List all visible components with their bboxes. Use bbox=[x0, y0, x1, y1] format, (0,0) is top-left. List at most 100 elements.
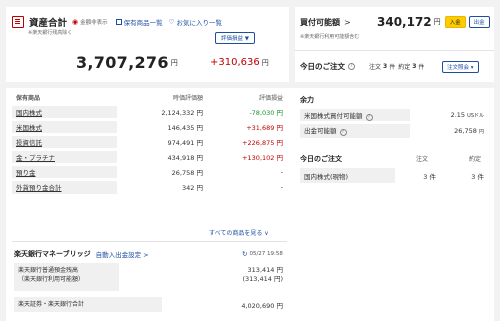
col-order-header: 注文 bbox=[416, 156, 429, 163]
assets-diff-unit: 円 bbox=[261, 58, 269, 67]
table-row: 国内株式 2,124,332 円 -78,030 円 bbox=[12, 104, 287, 119]
holding-value: 342 円 bbox=[182, 184, 203, 193]
table-row: 金・プラチナ 434,918 円 +130,102 円 bbox=[12, 149, 287, 164]
holdings-link-label: 保有商品一覧 bbox=[123, 19, 163, 27]
holding-name[interactable]: 外貨預り金合計 bbox=[12, 179, 117, 194]
today-orders-table: 国内株式(現物) 3 件 3 件 bbox=[300, 168, 488, 183]
holding-pl: +226,875 円 bbox=[242, 138, 283, 147]
bank-balance-label: 楽天銀行普通預金残高 bbox=[18, 267, 79, 274]
table-row: 米国株式 146,435 円 +31,689 円 bbox=[12, 119, 287, 134]
eye-off-icon: ◉ bbox=[72, 18, 79, 26]
table-row: 国内株式(現物) 3 件 3 件 bbox=[300, 168, 488, 183]
bank-title: 楽天銀行マネーブリッジ bbox=[14, 250, 91, 258]
holding-pl: - bbox=[280, 183, 283, 192]
table-row: 米国株式買付可能額? 2.15 USドル bbox=[300, 107, 488, 123]
holding-name[interactable]: 投資信託 bbox=[12, 134, 117, 149]
chevron-right-icon: > bbox=[344, 18, 351, 27]
holding-value: 146,435 円 bbox=[167, 123, 203, 132]
power-value: 26,758 円 bbox=[454, 126, 484, 135]
power-label: 米国株式買付可能額? bbox=[300, 107, 410, 123]
holdings-section-title: 保有商品 bbox=[16, 94, 41, 102]
power-table: 米国株式買付可能額? 2.15 USドル出金可能額? 26,758 円 bbox=[300, 106, 488, 138]
combined-total-row: 楽天証券・楽天銀行合計 4,020,690 円 bbox=[14, 297, 287, 312]
assets-total: 3,707,276 bbox=[76, 53, 169, 72]
col-value-header: 時価評価額 bbox=[172, 94, 203, 102]
help-icon[interactable]: ? bbox=[339, 129, 347, 137]
bank-available-value: (313,414 bbox=[242, 275, 272, 283]
holding-name[interactable]: 米国株式 bbox=[12, 119, 117, 134]
hide-amount-label: 金額非表示 bbox=[80, 20, 108, 26]
buying-power-title: 買付可能額 bbox=[300, 18, 340, 27]
assets-diff: +310,636 bbox=[210, 57, 260, 68]
executed-count: 3 bbox=[412, 63, 417, 70]
help-icon[interactable]: ? bbox=[365, 113, 373, 121]
buying-power-note: ※楽天銀行利用可能額含む bbox=[300, 34, 360, 40]
withdraw-button[interactable]: 出金 bbox=[468, 16, 490, 28]
col-pl-header: 評価損益 bbox=[258, 94, 283, 102]
holding-value: 2,124,332 円 bbox=[161, 108, 203, 117]
holding-pl: +130,102 円 bbox=[242, 153, 283, 162]
combined-total-label: 楽天証券・楽天銀行合計 bbox=[14, 297, 162, 312]
bank-balance-value: 313,414 bbox=[247, 266, 275, 274]
bank-available-label: （楽天銀行利用可能額） bbox=[18, 276, 85, 283]
combined-total-unit: 円 bbox=[276, 301, 284, 310]
buying-power-amount: 340,172 bbox=[377, 15, 432, 29]
table-row: 出金可能額? 26,758 円 bbox=[300, 122, 488, 138]
table-row: 預り金 26,758 円 - bbox=[12, 164, 287, 179]
refresh-icon[interactable]: ↻ bbox=[242, 250, 247, 258]
holdings-table: 保有商品 時価評価額 評価損益 国内株式 2,124,332 円 -78,030 円… bbox=[12, 92, 287, 194]
bank-balance-row: 楽天銀行普通預金残高 （楽天銀行利用可能額） 313,414 円 (313,41… bbox=[14, 263, 287, 291]
bank-available-unit: 円) bbox=[273, 275, 283, 283]
power-label: 出金可能額? bbox=[300, 122, 410, 138]
power-section-title: 余力 bbox=[300, 96, 314, 104]
help-icon[interactable]: ? bbox=[348, 63, 355, 70]
holding-value: 434,918 円 bbox=[167, 153, 203, 162]
order-count: 3 件 bbox=[423, 172, 436, 181]
holding-name[interactable]: 国内株式 bbox=[12, 104, 117, 119]
holding-pl: - bbox=[280, 167, 283, 176]
favorites-link[interactable]: ♡ お気に入り一覧 bbox=[169, 17, 222, 27]
holding-name[interactable]: 金・プラチナ bbox=[12, 149, 117, 164]
hide-amount-toggle[interactable]: ◉ 金額非表示 bbox=[72, 18, 108, 26]
order-category: 国内株式(現物) bbox=[300, 168, 395, 183]
list-icon bbox=[115, 19, 122, 25]
buying-power-link[interactable]: 買付可能額 > bbox=[300, 17, 351, 28]
col-executed-header: 約定 bbox=[469, 156, 482, 163]
executed-unit: 件 bbox=[418, 64, 425, 71]
today-orders-section-title: 今日のご注文 bbox=[300, 155, 342, 163]
show-all-products-link[interactable]: すべての商品を見る ∨ bbox=[209, 228, 269, 237]
holding-value: 974,491 円 bbox=[167, 138, 203, 147]
buying-power-unit: 円 bbox=[433, 18, 441, 26]
order-inquiry-button[interactable]: 注文照会 ▾ bbox=[442, 61, 479, 73]
assets-total-unit: 円 bbox=[170, 58, 178, 67]
bank-timestamp: 05/27 19:58 bbox=[249, 251, 283, 257]
favorites-link-label: お気に入り一覧 bbox=[176, 19, 222, 27]
valuation-dropdown-button[interactable]: 評価損益 ▼ bbox=[215, 32, 255, 44]
today-orders-title: 今日のご注文 bbox=[300, 62, 345, 71]
heart-icon: ♡ bbox=[168, 18, 175, 26]
assets-card: 資産合計 ◉ 金額非表示 保有商品一覧 ♡ お気に入り一覧 ※楽天銀行残高除く … bbox=[6, 7, 289, 82]
buying-power-card: 買付可能額 > 340,172 円 入金 出金 ※楽天銀行利用可能額含む 今日の… bbox=[295, 7, 494, 82]
executed-label: 約定 bbox=[398, 64, 411, 71]
assets-title: 資産合計 bbox=[29, 18, 68, 29]
bank-balance-unit: 円 bbox=[276, 266, 284, 274]
table-row: 投資信託 974,491 円 +226,875 円 bbox=[12, 134, 287, 149]
combined-total-value: 4,020,690 bbox=[241, 301, 275, 310]
table-row: 外貨預り金合計 342 円 - bbox=[12, 179, 287, 194]
holding-pl: -78,030 円 bbox=[249, 108, 283, 117]
holding-pl: +31,689 円 bbox=[246, 123, 283, 132]
power-value: 2.15 USドル bbox=[450, 111, 484, 119]
holding-value: 26,758 円 bbox=[171, 168, 203, 177]
auto-transfer-settings-link[interactable]: 自動入出金設定 > bbox=[96, 249, 149, 259]
divider bbox=[295, 50, 494, 51]
details-card: 保有商品 時価評価額 評価損益 国内株式 2,124,332 円 -78,030 円… bbox=[6, 88, 494, 321]
document-icon bbox=[12, 16, 24, 28]
holdings-list-link[interactable]: 保有商品一覧 bbox=[115, 17, 163, 27]
assets-note: ※楽天銀行残高除く bbox=[28, 30, 73, 36]
holding-name[interactable]: 預り金 bbox=[12, 164, 117, 179]
orders-count: 3 bbox=[383, 63, 388, 70]
executed-count: 3 件 bbox=[471, 172, 484, 181]
deposit-button[interactable]: 入金 bbox=[444, 16, 466, 28]
divider bbox=[12, 241, 287, 242]
orders-label: 注文 bbox=[369, 64, 382, 71]
